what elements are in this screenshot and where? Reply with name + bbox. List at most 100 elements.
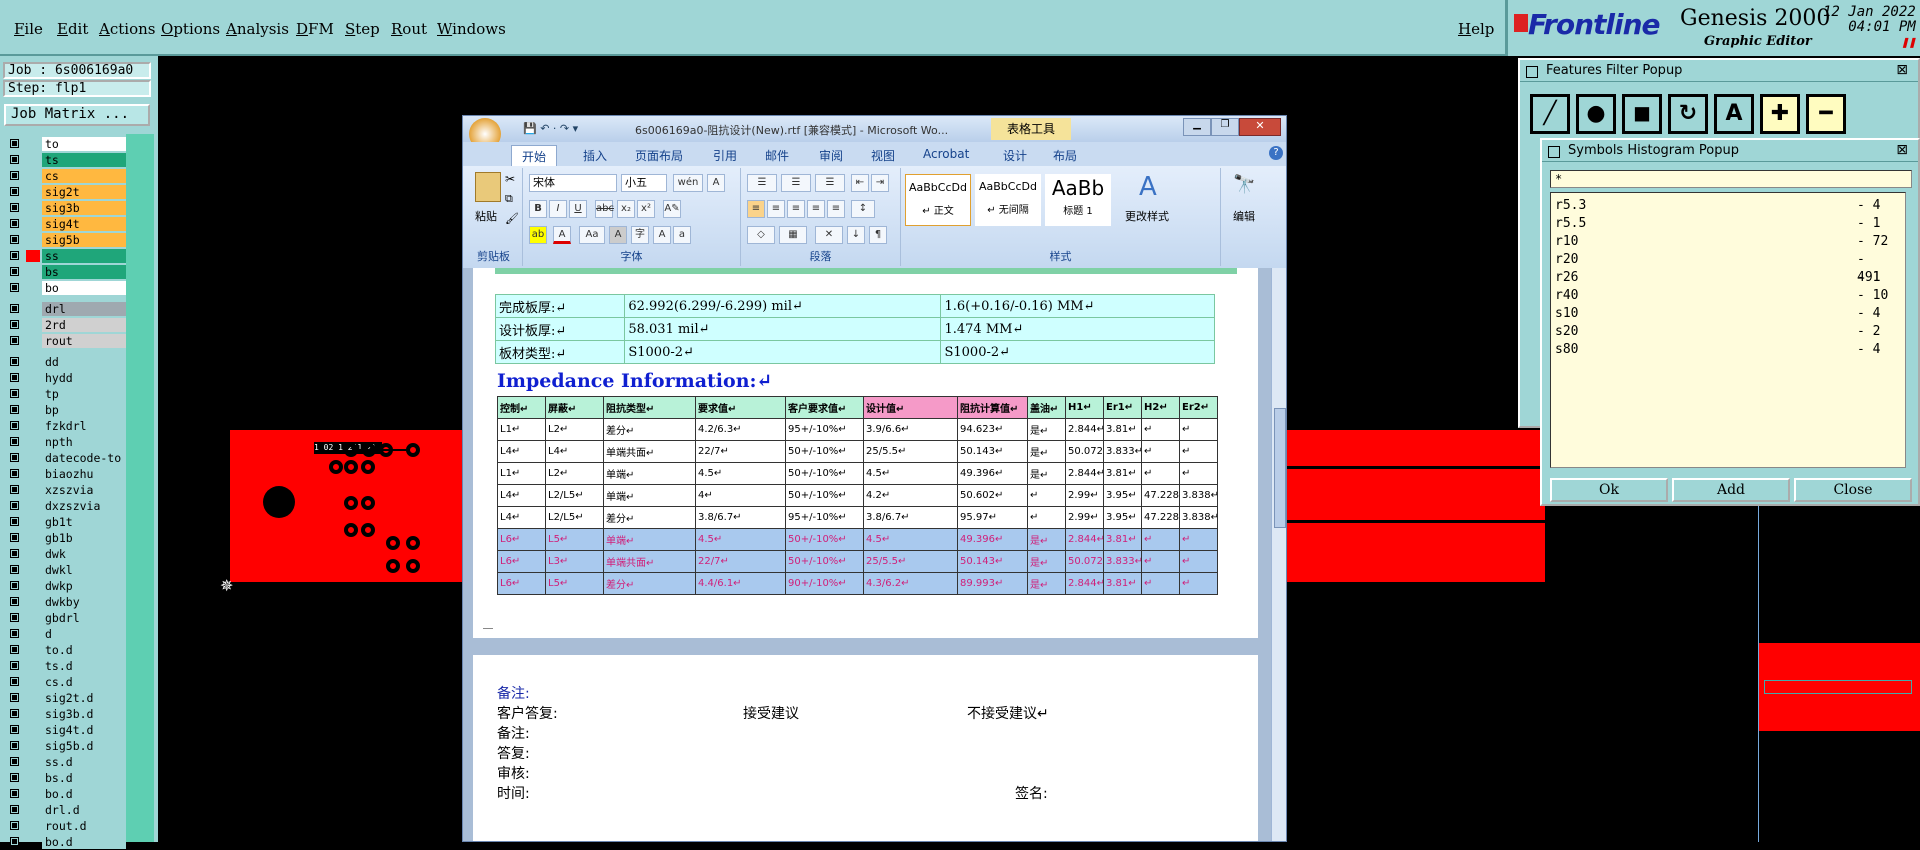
layer-checkbox[interactable] bbox=[10, 235, 19, 244]
table-cell[interactable]: L2/L5↵ bbox=[545, 506, 604, 529]
char-shading-icon[interactable]: A bbox=[609, 226, 627, 244]
column-header[interactable]: Er1↵ bbox=[1103, 396, 1142, 419]
layer-row[interactable]: dwkby bbox=[4, 594, 126, 610]
increase-indent-icon[interactable]: ⇥ bbox=[871, 174, 889, 192]
table-cell[interactable]: 3.81↵ bbox=[1103, 528, 1142, 551]
layer-checkbox[interactable] bbox=[10, 517, 19, 526]
table-cell[interactable]: L4↵ bbox=[497, 440, 546, 463]
line-feature-icon[interactable]: ╱ bbox=[1530, 94, 1570, 134]
layer-name[interactable]: sig5b bbox=[42, 233, 126, 247]
table-cell[interactable]: ↵ bbox=[1141, 550, 1180, 573]
layer-name[interactable]: dwkby bbox=[42, 595, 126, 609]
layer-row[interactable]: datecode-to bbox=[4, 450, 126, 466]
table-cell[interactable]: 设计板厚:↵ bbox=[494, 317, 626, 341]
table-cell[interactable]: 1.6(+0.16/-0.16) MM↵ bbox=[940, 294, 1215, 318]
menu-options[interactable]: Options bbox=[161, 20, 220, 38]
highlight-icon[interactable]: ab bbox=[529, 226, 547, 244]
layer-name[interactable]: ss bbox=[42, 249, 126, 263]
font-name-select[interactable]: 宋体 bbox=[529, 174, 617, 192]
layer-row[interactable]: rout bbox=[4, 333, 126, 349]
tab-review[interactable]: 审阅 bbox=[819, 147, 843, 164]
decrease-indent-icon[interactable]: ⇤ bbox=[851, 174, 869, 192]
superscript-button[interactable]: x² bbox=[637, 200, 655, 218]
positive-polarity-icon[interactable]: ✚ bbox=[1760, 94, 1800, 134]
table-cell[interactable]: ↵ bbox=[1027, 506, 1066, 529]
table-cell[interactable]: 3.81↵ bbox=[1103, 418, 1142, 441]
symbol-row[interactable]: r5.5 - 1 bbox=[1555, 215, 1895, 233]
layer-checkbox[interactable] bbox=[10, 405, 19, 414]
layer-row[interactable]: ts.d bbox=[4, 658, 126, 674]
column-header[interactable]: Er2↵ bbox=[1179, 396, 1218, 419]
table-cell[interactable]: 50+/-10%↵ bbox=[785, 484, 864, 507]
table-cell[interactable]: 90+/-10%↵ bbox=[785, 572, 864, 595]
layer-name[interactable]: bo.d bbox=[42, 787, 126, 801]
arc-feature-icon[interactable]: ↻ bbox=[1668, 94, 1708, 134]
show-marks-icon[interactable]: ¶ bbox=[869, 226, 887, 244]
pad-feature-icon[interactable]: ● bbox=[1576, 94, 1616, 134]
table-cell[interactable]: 95+/-10%↵ bbox=[785, 506, 864, 529]
clear-format-icon[interactable]: A✎ bbox=[663, 200, 681, 218]
justify-button[interactable]: ≡ bbox=[807, 200, 825, 218]
layer-row[interactable]: sig4t.d bbox=[4, 722, 126, 738]
column-header[interactable]: 屏蔽↵ bbox=[545, 396, 604, 419]
table-cell[interactable]: 完成板厚:↵ bbox=[494, 294, 626, 318]
layer-checkbox[interactable] bbox=[10, 645, 19, 654]
table-cell[interactable]: 是↵ bbox=[1027, 550, 1066, 573]
table-cell[interactable]: 4.5↵ bbox=[863, 462, 958, 485]
help-icon[interactable]: ? bbox=[1269, 146, 1283, 160]
table-cell[interactable]: 是↵ bbox=[1027, 462, 1066, 485]
layer-checkbox[interactable] bbox=[10, 187, 19, 196]
layer-name[interactable]: xzszvia bbox=[42, 483, 126, 497]
table-cell[interactable]: 50.143↵ bbox=[957, 440, 1028, 463]
paste-label[interactable]: 粘贴 bbox=[475, 208, 497, 224]
minimize-button[interactable]: ▁ bbox=[1183, 118, 1211, 136]
chinese-layout-icon[interactable]: ✕ bbox=[815, 226, 843, 244]
layer-row[interactable]: ss.d bbox=[4, 754, 126, 770]
paste-icon[interactable] bbox=[475, 172, 501, 202]
layer-row[interactable]: dd bbox=[4, 354, 126, 370]
symbol-row[interactable]: r40 - 10 bbox=[1555, 287, 1895, 305]
format-painter-icon[interactable]: 🖌 bbox=[505, 212, 519, 225]
table-cell[interactable]: L5↵ bbox=[545, 572, 604, 595]
table-cell[interactable]: 4.2/6.3↵ bbox=[695, 418, 786, 441]
table-cell[interactable]: L4↵ bbox=[497, 484, 546, 507]
tab-design[interactable]: 设计 bbox=[1003, 147, 1027, 164]
layer-checkbox[interactable] bbox=[10, 789, 19, 798]
menu-rout[interactable]: Rout bbox=[391, 20, 427, 38]
layer-row[interactable]: gb1b bbox=[4, 530, 126, 546]
tab-page-layout[interactable]: 页面布局 bbox=[635, 147, 683, 164]
layer-name[interactable]: ts.d bbox=[42, 659, 126, 673]
column-header[interactable]: 盖油↵ bbox=[1027, 396, 1066, 419]
table-cell[interactable]: ↵ bbox=[1141, 440, 1180, 463]
table-cell[interactable]: L3↵ bbox=[545, 550, 604, 573]
strikethrough-button[interactable]: abc bbox=[595, 200, 614, 218]
popup-menu-icon[interactable] bbox=[1548, 146, 1560, 158]
layer-checkbox[interactable] bbox=[10, 693, 19, 702]
layer-name[interactable]: bs.d bbox=[42, 771, 126, 785]
layer-checkbox[interactable] bbox=[10, 629, 19, 638]
table-cell[interactable]: ↵ bbox=[1027, 484, 1066, 507]
font-color-icon[interactable]: A bbox=[553, 226, 571, 244]
table-cell[interactable]: 差分↵ bbox=[603, 572, 696, 595]
table-cell[interactable]: ↵ bbox=[1179, 572, 1218, 595]
table-cell[interactable]: 22/7↵ bbox=[695, 440, 786, 463]
column-header[interactable]: 设计值↵ bbox=[863, 396, 958, 419]
tab-layout[interactable]: 布局 bbox=[1053, 147, 1077, 164]
table-cell[interactable]: 50+/-10%↵ bbox=[785, 528, 864, 551]
table-cell[interactable]: 89.993↵ bbox=[957, 572, 1028, 595]
table-cell[interactable]: L6↵ bbox=[497, 528, 546, 551]
table-cell[interactable]: 95+/-10%↵ bbox=[785, 418, 864, 441]
layer-checkbox[interactable] bbox=[10, 597, 19, 606]
change-case-icon[interactable]: Aa bbox=[579, 226, 605, 244]
layer-name[interactable]: cs.d bbox=[42, 675, 126, 689]
table-cell[interactable]: 50.072↵ bbox=[1065, 440, 1104, 463]
style-normal[interactable]: AaBbCcDd ↵ 正文 bbox=[905, 174, 971, 226]
cut-icon[interactable]: ✂ bbox=[505, 172, 515, 186]
layer-checkbox[interactable] bbox=[10, 805, 19, 814]
table-cell[interactable]: 3.9/6.6↵ bbox=[863, 418, 958, 441]
copy-icon[interactable]: ⧉ bbox=[505, 192, 513, 206]
layer-name[interactable]: dd bbox=[42, 355, 126, 369]
table-cell[interactable]: 3.838↵ bbox=[1179, 506, 1218, 529]
table-cell[interactable]: L4↵ bbox=[497, 506, 546, 529]
layer-name[interactable]: sig2t bbox=[42, 185, 126, 199]
